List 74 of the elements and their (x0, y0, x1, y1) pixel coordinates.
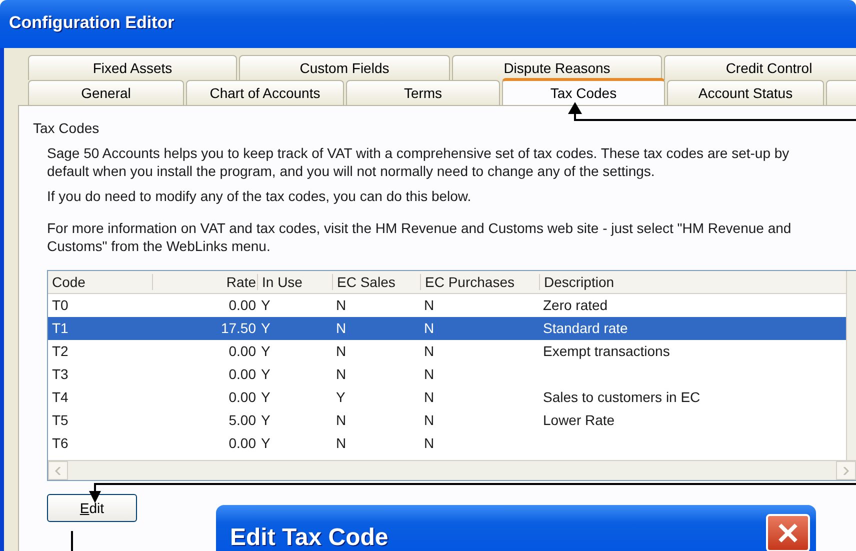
table-cell-text: 0.00 (228, 388, 257, 407)
table-cell-text: N (335, 365, 348, 384)
table-cell-text: Y (260, 434, 272, 453)
tab[interactable]: Chart of Accounts (186, 80, 344, 105)
window-title: Configuration Editor (9, 13, 174, 32)
table-row[interactable]: T3 0.00 Y N N (48, 363, 848, 386)
table-cell-text: 0.00 (228, 365, 257, 384)
table-cell-text: Y (260, 296, 272, 315)
table-cell-text: Exempt transactions (542, 342, 671, 361)
table-cell-text: T3 (51, 365, 70, 384)
vertical-scrollbar[interactable] (846, 271, 856, 461)
table-row[interactable]: T4 0.00 Y Y N Sales to customers in EC (48, 386, 848, 409)
column-header[interactable]: EC Purchases (420, 274, 539, 290)
table-cell-text: T1 (51, 319, 70, 338)
tab[interactable]: Tax Codes (502, 78, 665, 105)
tab[interactable]: Terms (346, 80, 500, 105)
table-cell-text: N (335, 342, 348, 361)
table-cell-text: 0.00 (228, 434, 257, 453)
table-row[interactable]: T6 0.00 Y N N (48, 432, 848, 455)
tab[interactable]: Fixed Assets (28, 55, 237, 80)
table-cell-text: N (423, 319, 436, 338)
column-header[interactable]: EC Sales (332, 274, 420, 290)
leader-line (71, 531, 73, 551)
table-cell-text: Lower Rate (542, 411, 616, 430)
table-row[interactable]: T1 17.50 Y N N Standard rate (48, 317, 848, 340)
table-cell-text: T6 (51, 434, 70, 453)
table-cell-text: Y (260, 319, 272, 338)
table-cell-text: N (423, 411, 436, 430)
info-text: For more information on VAT and tax codes, visit the HM Revenue and Customs web site - just select "HM Revenue and Customs" from the WebLinks menu. (47, 219, 792, 255)
table-cell-text: 17.50 (220, 319, 257, 338)
table-cell-text: N (423, 365, 436, 384)
info-text: If you do need to modify any of the tax codes, you can do this below. (47, 187, 472, 205)
table-cell-text: Standard rate (542, 319, 629, 338)
table-cell-text: N (335, 296, 348, 315)
table-cell-text: N (335, 411, 348, 430)
tab[interactable]: Dispute Reasons (452, 55, 662, 80)
tab[interactable]: General (28, 80, 184, 105)
table-cell-text: 0.00 (228, 342, 257, 361)
column-header[interactable]: In Use (257, 274, 332, 290)
table-cell-text: N (423, 434, 436, 453)
dialog-title: Edit Tax Code (230, 524, 388, 551)
close-button[interactable] (766, 514, 810, 551)
table-cell-text: T5 (51, 411, 70, 430)
table-cell-text: T2 (51, 342, 70, 361)
table-cell-text: 0.00 (228, 296, 257, 315)
table-cell-text: N (335, 319, 348, 338)
tab[interactable]: Credit Control (664, 55, 856, 80)
table-cell-text: Y (260, 342, 272, 361)
section-heading: Tax Codes (33, 120, 100, 136)
table-row[interactable]: T0 0.00 Y N N Zero rated (48, 294, 848, 317)
info-text: Sage 50 Accounts helps you to keep track of VAT with a comprehensive set of tax codes. These tax codes are set-up by default when you install the program, and you will not normally need to change any of the settings. (47, 144, 790, 180)
table-cell-text: T4 (51, 388, 70, 407)
tab[interactable] (826, 80, 856, 105)
table-cell-text: N (335, 434, 348, 453)
column-header[interactable]: Rate (152, 274, 257, 290)
table-cell-text: N (423, 296, 436, 315)
table-cell-text: 5.00 (228, 411, 257, 430)
close-icon (777, 522, 799, 544)
edit-button[interactable]: Edit (47, 494, 137, 522)
table-cell-text: Zero rated (542, 296, 609, 315)
table-cell-text: Y (260, 411, 272, 430)
table-cell-text: N (423, 342, 436, 361)
table-cell-text: N (423, 388, 436, 407)
tab[interactable]: Custom Fields (239, 55, 450, 80)
table-row[interactable]: T5 5.00 Y N N Lower Rate (48, 409, 848, 432)
tab[interactable]: Account Status (667, 80, 824, 105)
table-cell-text: Y (260, 365, 272, 384)
table-row[interactable]: T2 0.00 Y N N Exempt transactions (48, 340, 848, 363)
table-cell-text: Y (335, 388, 346, 407)
horizontal-scrollbar[interactable] (48, 460, 856, 480)
table-cell-text: Y (260, 388, 272, 407)
table-cell-text: Sales to customers in EC (542, 388, 702, 407)
table-cell-text: T0 (51, 296, 70, 315)
column-header[interactable]: Code (48, 274, 152, 290)
